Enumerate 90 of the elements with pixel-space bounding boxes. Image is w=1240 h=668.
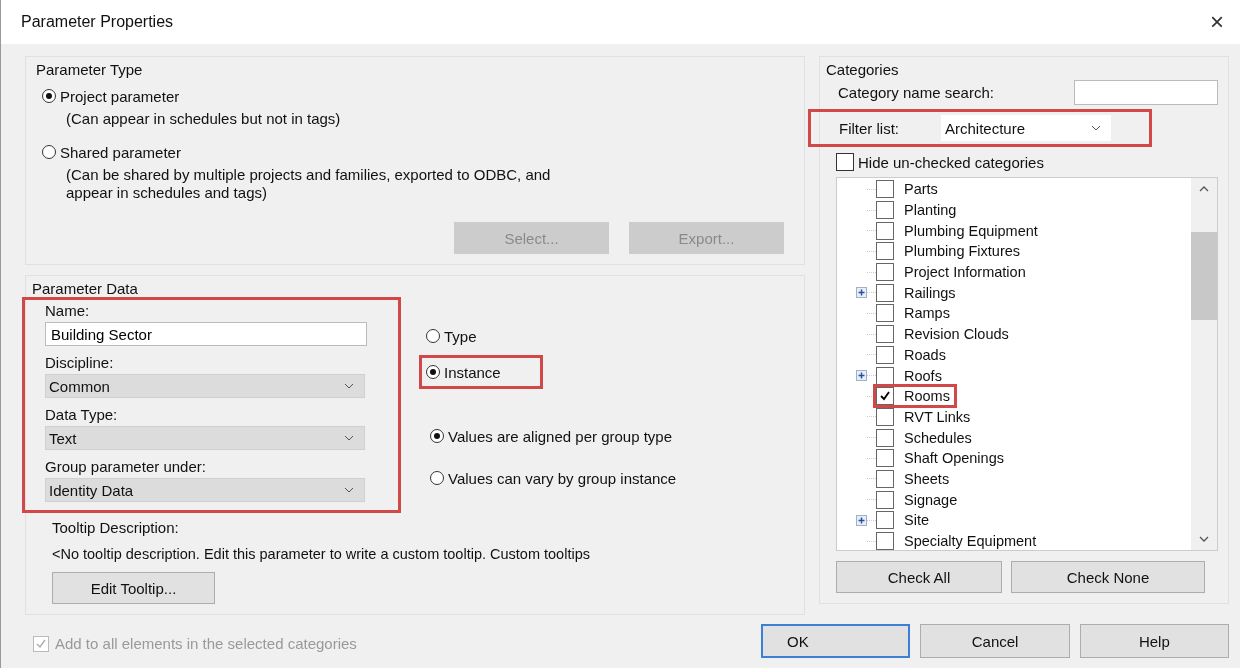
checkbox[interactable] xyxy=(876,469,894,488)
dropdown[interactable]: Text xyxy=(45,426,365,450)
checkbox-label: Add to all elements in the selected categories xyxy=(55,635,357,652)
chevron-icon xyxy=(344,487,354,493)
category-label[interactable]: Ramps xyxy=(904,305,950,322)
checkbox-label: Hide un-checked categories xyxy=(858,153,1044,171)
checkbox[interactable] xyxy=(876,511,894,530)
category-label[interactable]: RVT Links xyxy=(904,408,971,425)
category-label[interactable]: Rooms xyxy=(904,388,950,405)
category-label[interactable]: Sheets xyxy=(904,470,950,487)
scroll-down-icon[interactable] xyxy=(1199,536,1209,542)
group-title: Parameter Type xyxy=(36,61,144,78)
expand-icon[interactable] xyxy=(856,370,867,382)
search-field[interactable] xyxy=(1074,80,1218,105)
checkbox[interactable] xyxy=(876,387,894,406)
category-label[interactable]: Shaft Openings xyxy=(904,450,1004,467)
category-label[interactable]: Roads xyxy=(904,346,946,363)
dropdown[interactable]: Common xyxy=(45,374,365,398)
checkbox[interactable] xyxy=(836,153,854,171)
checkbox[interactable] xyxy=(876,263,894,282)
chevron-icon xyxy=(344,435,354,441)
dialog-button[interactable]: Cancel xyxy=(920,624,1070,658)
name-field[interactable]: Building Sector xyxy=(45,322,367,346)
field-label: Data Type: xyxy=(45,406,119,423)
checkbox[interactable] xyxy=(876,304,894,323)
radio-button[interactable] xyxy=(426,365,440,379)
scroll-up-icon[interactable] xyxy=(1199,186,1209,192)
expand-icon[interactable] xyxy=(856,287,867,299)
checkbox[interactable] xyxy=(876,490,894,509)
checkbox[interactable] xyxy=(876,221,894,240)
radio-button[interactable] xyxy=(42,89,56,103)
scrollbar[interactable] xyxy=(1191,178,1217,550)
edit-tooltip-button[interactable]: Edit Tooltip... xyxy=(52,572,215,604)
dialog-button[interactable]: Check None xyxy=(1011,561,1205,593)
checkbox[interactable] xyxy=(876,449,894,468)
dialog-button[interactable]: OK xyxy=(761,624,911,658)
close-button[interactable]: × xyxy=(1206,8,1228,36)
expand-icon[interactable] xyxy=(856,514,867,526)
field-label: Tooltip Description: xyxy=(52,519,180,536)
checkbox[interactable] xyxy=(876,325,894,344)
radio-label: Type xyxy=(444,327,477,345)
dialog-button[interactable]: Check All xyxy=(836,561,1002,593)
chevron-icon xyxy=(1091,125,1101,131)
radio-label: Instance xyxy=(444,363,501,381)
field-label: Filter list: xyxy=(839,119,900,137)
checkbox[interactable] xyxy=(876,366,894,385)
category-label[interactable]: Parts xyxy=(904,181,938,198)
category-label[interactable]: Signage xyxy=(904,491,958,508)
radio-button[interactable] xyxy=(42,145,56,159)
field-label: Name: xyxy=(45,302,91,319)
category-label[interactable]: Schedules xyxy=(904,429,972,446)
chevron-icon xyxy=(344,383,354,389)
radio-label: Project parameter xyxy=(60,87,180,105)
dialog-button[interactable]: Help xyxy=(1079,624,1229,658)
filter-dropdown[interactable]: Architecture xyxy=(941,115,1111,141)
scroll-thumb[interactable] xyxy=(1191,232,1217,320)
field-label: Category name search: xyxy=(838,84,994,101)
window-title: Parameter Properties xyxy=(21,13,174,31)
checkbox[interactable] xyxy=(876,283,894,302)
category-label[interactable]: Project Information xyxy=(904,264,1026,281)
checkbox[interactable] xyxy=(876,428,894,447)
checkbox[interactable] xyxy=(876,345,894,364)
radio-label: Values are aligned per group type xyxy=(448,427,673,445)
option-note: (Can be shared by multiple projects and families, exported to ODBC, and appear in schedules and tags) xyxy=(66,166,552,202)
field-label: Discipline: xyxy=(45,354,115,371)
check-icon xyxy=(35,637,47,650)
radio-button[interactable] xyxy=(430,429,444,443)
radio-button[interactable] xyxy=(426,329,440,343)
dropdown[interactable]: Identity Data xyxy=(45,478,365,502)
category-label[interactable]: Site xyxy=(904,512,929,529)
category-label[interactable]: Specialty Equipment xyxy=(904,533,1037,550)
checkbox[interactable] xyxy=(876,201,894,220)
category-label[interactable]: Roofs xyxy=(904,367,942,384)
tooltip-text: <No tooltip description. Edit this parameter to write a custom tooltip. Custom tooltips xyxy=(52,546,591,562)
category-label[interactable]: Plumbing Equipment xyxy=(904,222,1038,239)
category-label[interactable]: Plumbing Fixtures xyxy=(904,243,1021,260)
checkbox[interactable] xyxy=(876,180,894,199)
group-title: Parameter Data xyxy=(32,280,139,297)
group-title: Categories xyxy=(826,61,900,78)
radio-button[interactable] xyxy=(430,471,444,485)
option-note: (Can appear in schedules but not in tags) xyxy=(66,110,342,128)
field-label: Group parameter under: xyxy=(45,458,207,475)
category-label[interactable]: Revision Clouds xyxy=(904,326,1009,343)
check-icon xyxy=(879,390,891,403)
category-label[interactable]: Railings xyxy=(904,284,956,301)
radio-label: Values can vary by group instance xyxy=(448,469,677,487)
category-label[interactable]: Planting xyxy=(904,202,957,219)
checkbox[interactable] xyxy=(876,532,894,550)
radio-label: Shared parameter xyxy=(60,143,181,161)
checkbox[interactable] xyxy=(876,242,894,261)
